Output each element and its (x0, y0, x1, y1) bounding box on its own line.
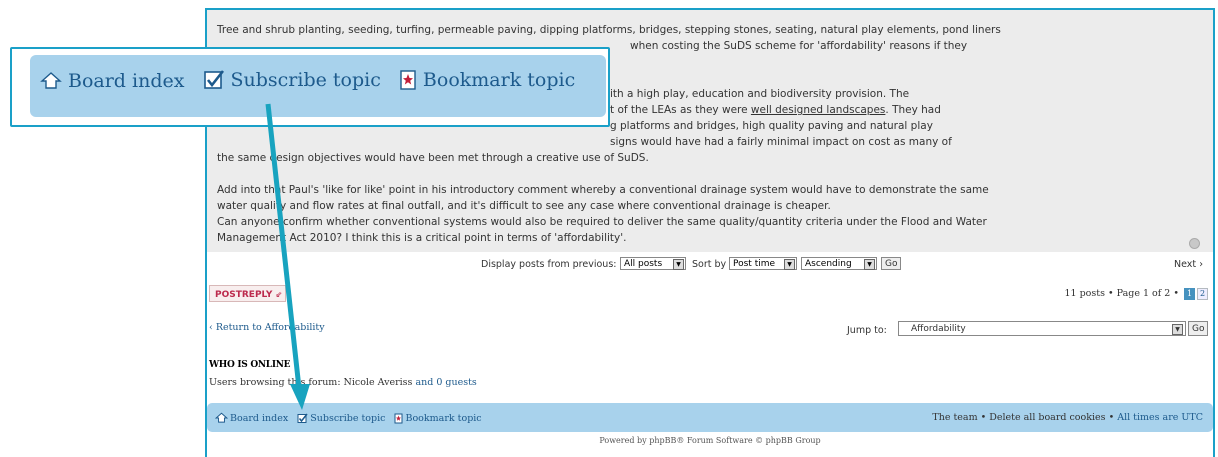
display-options: Display posts from previous: All posts ▼ … (207, 255, 1213, 273)
next-label: Next (1174, 259, 1197, 270)
users-browsing-text: Users browsing this forum: Nicole Averis… (209, 377, 413, 388)
display-posts-label: Display posts from previous: (481, 259, 617, 270)
jump-to-value: Affordability (911, 324, 966, 334)
post-reply-label: POSTREPLY (215, 290, 273, 300)
sort-by-select[interactable]: Post time ▼ (729, 257, 797, 270)
jump-to-select[interactable]: Affordability ▼ (898, 321, 1186, 336)
bottom-navbar: Board index Subscribe topic Bookmark top… (207, 403, 1213, 432)
who-is-online-heading: WHO IS ONLINE (209, 360, 291, 370)
post-line: the same design objectives would have be… (217, 152, 649, 164)
zoom-bookmark-link[interactable]: Bookmark topic (399, 69, 575, 91)
sort-by-value: Post time (733, 259, 776, 269)
reply-arrow-icon: ⇙ (275, 290, 283, 299)
posts-range-value: All posts (624, 259, 663, 269)
return-label: Return to Affordability (215, 322, 325, 333)
timezone-text: All times are UTC (1117, 412, 1203, 423)
checkbox-icon (203, 70, 224, 89)
dropdown-arrow-icon: ▼ (864, 259, 875, 270)
jump-go-button[interactable]: Go (1188, 321, 1209, 336)
bookmark-topic-link[interactable]: Bookmark topic (394, 413, 482, 424)
home-icon (40, 72, 62, 89)
zoom-links: Board index Subscribe topic Bookmark top… (40, 69, 587, 96)
page-of: Page 1 of 2 (1116, 288, 1171, 299)
team-link[interactable]: The team (932, 412, 977, 423)
return-link[interactable]: ‹ Return to Affordability (209, 322, 325, 333)
zoom-board-index-label: Board index (68, 70, 185, 92)
bookmark-topic-label: Bookmark topic (405, 413, 482, 424)
post-line: t of the LEAs as they were well designed… (610, 104, 941, 116)
page-1-link[interactable]: 1 (1184, 288, 1195, 300)
post-line: g platforms and bridges, high quality pa… (610, 120, 933, 132)
nav-links: Board index Subscribe topic Bookmark top… (215, 412, 488, 427)
next-page-link[interactable]: Next › (1174, 259, 1203, 270)
dropdown-arrow-icon: ▼ (784, 259, 795, 270)
post-reply-button[interactable]: POSTREPLY ⇙ (209, 285, 286, 302)
zoom-board-index-link[interactable]: Board index (40, 70, 184, 92)
dropdown-arrow-icon: ▼ (673, 259, 684, 270)
post-line: signs would have had a fairly minimal im… (610, 136, 952, 148)
bookmark-icon (400, 70, 416, 90)
powered-by: Powered by phpBB® Forum Software © phpBB… (599, 436, 821, 445)
page-2-link[interactable]: 2 (1197, 288, 1208, 300)
jump-to-label: Jump to: (847, 325, 887, 336)
posts-count: 11 posts (1064, 288, 1105, 299)
zoom-bookmark-label: Bookmark topic (422, 69, 576, 91)
pagination: 11 posts • Page 1 of 2 • 12 (1064, 288, 1208, 300)
post-line: water quality and flow rates at final ou… (217, 200, 831, 212)
checkbox-icon (297, 413, 308, 423)
guests-text: and 0 guests (415, 377, 477, 388)
display-go-button[interactable]: Go (881, 257, 902, 270)
post-line: when costing the SuDS scheme for 'afford… (630, 40, 968, 52)
zoom-callout: Board index Subscribe topic Bookmark top… (10, 47, 610, 127)
sort-order-value: Ascending (805, 259, 852, 269)
sort-order-select[interactable]: Ascending ▼ (801, 257, 877, 270)
sort-by-label: Sort by (692, 259, 727, 270)
chevron-right-icon: › (1199, 259, 1203, 270)
back-to-top-icon[interactable] (1189, 238, 1200, 249)
subscribe-topic-link[interactable]: Subscribe topic (297, 413, 385, 424)
board-index-link[interactable]: Board index (215, 412, 288, 424)
post-line: Can anyone confirm whether conventional … (217, 216, 987, 228)
post-line: Add into that Paul's 'like for like' poi… (217, 184, 989, 196)
post-line: Tree and shrub planting, seeding, turfin… (217, 24, 1001, 36)
chevron-left-icon: ‹ (209, 322, 213, 333)
posts-range-select[interactable]: All posts ▼ (620, 257, 686, 270)
board-index-label: Board index (230, 412, 289, 424)
post-line: ith a high play, education and biodivers… (610, 88, 910, 100)
post-line: Management Act 2010? I think this is a c… (217, 232, 627, 244)
subscribe-topic-label: Subscribe topic (310, 413, 386, 424)
dropdown-arrow-icon: ▼ (1172, 324, 1183, 335)
zoom-subscribe-link[interactable]: Subscribe topic (203, 69, 381, 91)
nav-right: The team • Delete all board cookies • Al… (932, 412, 1203, 423)
bookmark-icon (394, 413, 403, 424)
home-icon (215, 412, 228, 423)
delete-cookies-link[interactable]: Delete all board cookies (989, 412, 1105, 423)
zoom-subscribe-label: Subscribe topic (230, 69, 381, 91)
users-browsing: Users browsing this forum: Nicole Averis… (209, 377, 477, 388)
